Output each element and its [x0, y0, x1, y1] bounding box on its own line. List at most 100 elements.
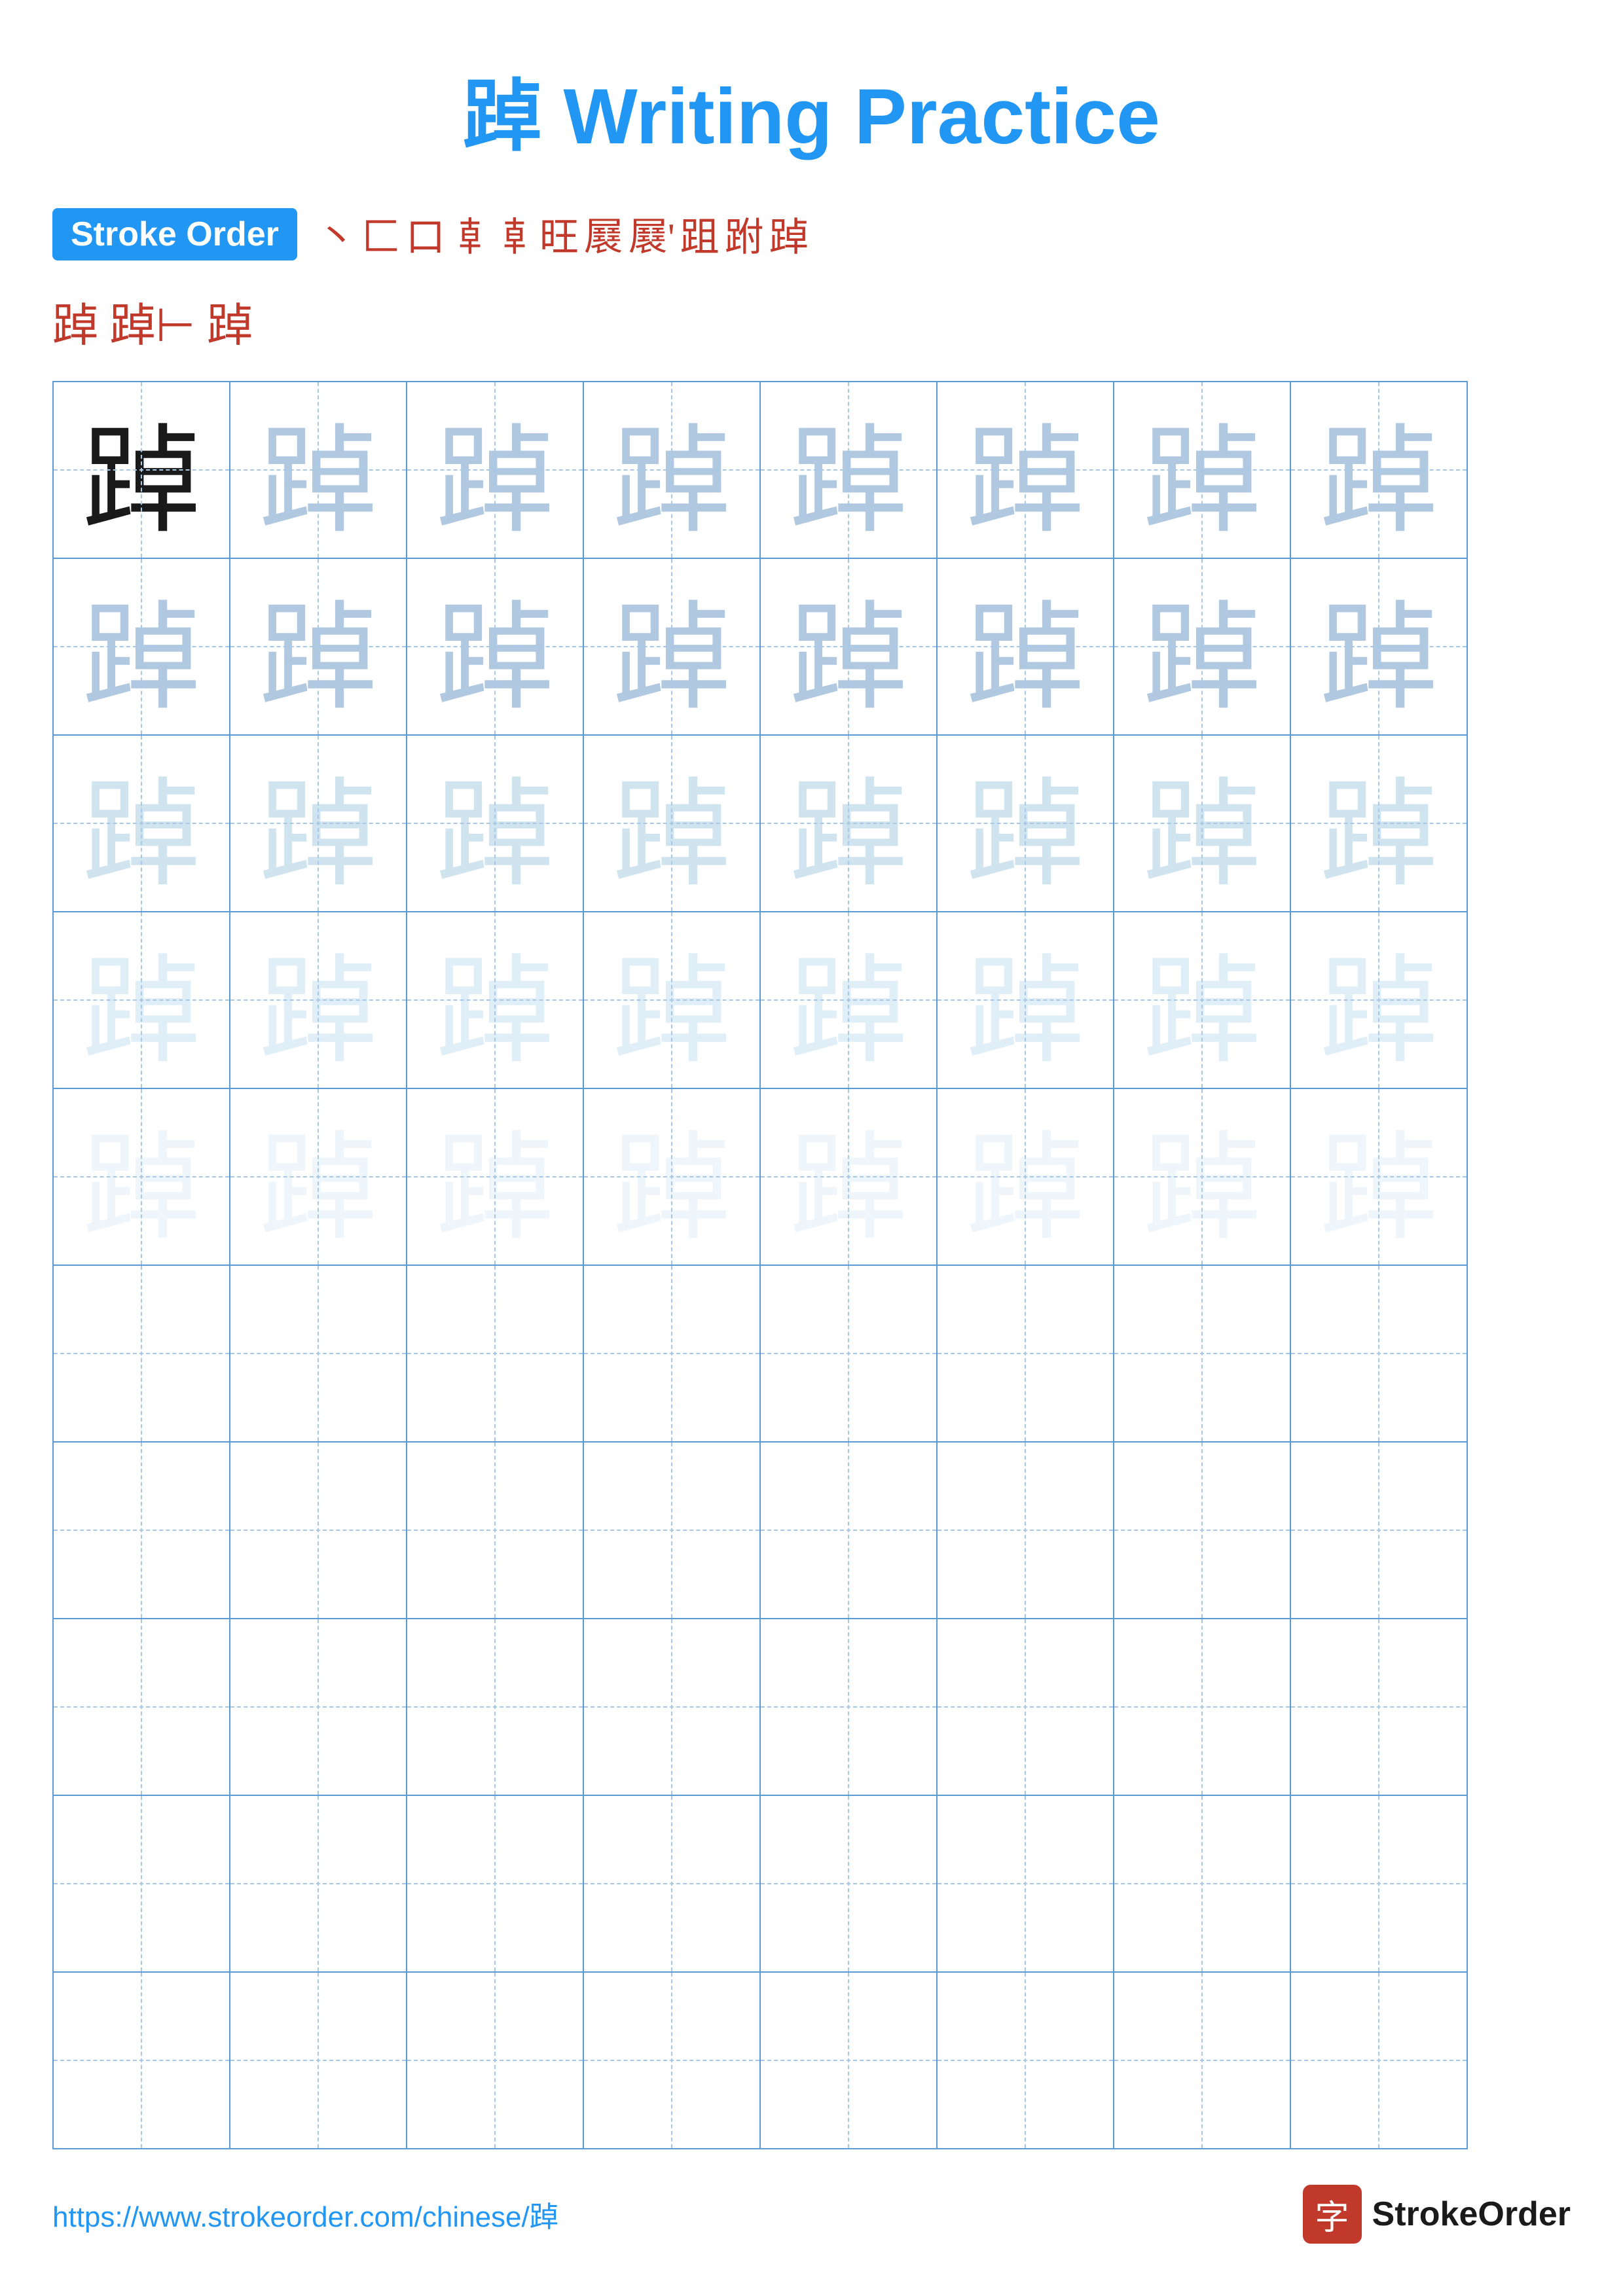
grid-cell	[407, 1619, 583, 1795]
grid-cell	[1290, 1265, 1467, 1442]
logo-icon: 字	[1303, 2185, 1362, 2244]
grid-cell: 踔	[1114, 382, 1290, 558]
page-title: 踔 Writing Practice	[0, 0, 1623, 206]
grid-cell	[1114, 1265, 1290, 1442]
stroke-char-6: 旺	[539, 206, 579, 262]
practice-char: 踔	[966, 417, 1084, 547]
stroke-char-8: 㞡'	[629, 206, 675, 262]
grid-cell	[53, 1795, 230, 1972]
practice-char: 踔	[1143, 947, 1261, 1077]
practice-char: 踔	[790, 1124, 907, 1254]
practice-char: 踔	[436, 1124, 554, 1254]
grid-cell: 踔	[1290, 912, 1467, 1088]
grid-cell	[937, 1265, 1114, 1442]
practice-char: 踔	[1143, 1124, 1261, 1254]
grid-cell	[937, 1795, 1114, 1972]
stroke-char-5: 𠦝	[495, 206, 534, 262]
grid-row-9	[53, 1795, 1467, 1972]
grid-cell: 踔	[583, 1088, 760, 1265]
practice-char: 踔	[259, 594, 377, 724]
grid-cell: 踔	[583, 912, 760, 1088]
practice-char: 踔	[1143, 770, 1261, 901]
grid-cell: 踔	[1290, 558, 1467, 735]
stroke-char-3: 口	[406, 206, 445, 262]
grid-cell	[407, 1972, 583, 2149]
grid-cell: 踔	[760, 735, 937, 912]
stroke-order-row2: 踔 踔⊢ 踔	[52, 289, 1571, 355]
grid-cell	[230, 1795, 407, 1972]
grid-cell: 踔	[937, 735, 1114, 912]
grid-cell	[1114, 1442, 1290, 1619]
grid-cell	[230, 1442, 407, 1619]
practice-char: 踔	[82, 594, 200, 724]
grid-cell: 踔	[53, 382, 230, 558]
grid-cell: 踔	[230, 912, 407, 1088]
grid-cell	[937, 1972, 1114, 2149]
stroke-char-1: ⼂	[317, 206, 356, 262]
grid-cell	[53, 1619, 230, 1795]
practice-char: 踔	[966, 1124, 1084, 1254]
practice-char: 踔	[1320, 947, 1438, 1077]
footer-logo: 字 StrokeOrder	[1303, 2185, 1571, 2244]
grid-cell: 踔	[1114, 912, 1290, 1088]
grid-row-5: 踔 踔 踔 踔 踔 踔 踔 踔	[53, 1088, 1467, 1265]
footer-url[interactable]: https://www.strokeorder.com/chinese/踔	[52, 2193, 558, 2235]
grid-cell: 踔	[937, 1088, 1114, 1265]
grid-cell	[760, 1795, 937, 1972]
grid-cell: 踔	[407, 912, 583, 1088]
grid-cell	[230, 1265, 407, 1442]
practice-char: 踔	[1320, 1124, 1438, 1254]
stroke-char-9: 跙	[680, 206, 720, 262]
grid-row-2: 踔 踔 踔 踔 踔 踔 踔 踔	[53, 558, 1467, 735]
grid-cell: 踔	[1290, 382, 1467, 558]
practice-char: 踔	[966, 594, 1084, 724]
grid-cell: 踔	[760, 382, 937, 558]
grid-cell	[407, 1265, 583, 1442]
grid-row-7	[53, 1442, 1467, 1619]
grid-cell	[583, 1795, 760, 1972]
grid-cell: 踔	[230, 382, 407, 558]
practice-char: 踔	[259, 947, 377, 1077]
grid-cell	[407, 1442, 583, 1619]
grid-cell: 踔	[583, 382, 760, 558]
writing-grid: 踔 踔 踔 踔 踔 踔 踔 踔 踔 踔 踔 踔 踔 踔 踔 踔 踔 踔 踔 踔 …	[52, 381, 1468, 2149]
grid-cell	[1114, 1619, 1290, 1795]
grid-row-3: 踔 踔 踔 踔 踔 踔 踔 踔	[53, 735, 1467, 912]
grid-cell: 踔	[53, 558, 230, 735]
grid-row-10	[53, 1972, 1467, 2149]
grid-cell: 踔	[583, 558, 760, 735]
grid-cell: 踔	[230, 735, 407, 912]
grid-cell	[583, 1442, 760, 1619]
grid-cell	[583, 1619, 760, 1795]
practice-char: 踔	[436, 947, 554, 1077]
practice-char: 踔	[436, 770, 554, 901]
practice-char: 踔	[966, 770, 1084, 901]
practice-char: 踔	[1320, 770, 1438, 901]
grid-row-1: 踔 踔 踔 踔 踔 踔 踔 踔	[53, 382, 1467, 558]
grid-cell	[1290, 1795, 1467, 1972]
practice-char: 踔	[790, 947, 907, 1077]
grid-cell: 踔	[583, 735, 760, 912]
grid-cell: 踔	[1114, 1088, 1290, 1265]
stroke-char-11: 踔	[769, 206, 809, 262]
grid-cell	[1114, 1972, 1290, 2149]
grid-row-6	[53, 1265, 1467, 1442]
grid-cell: 踔	[937, 912, 1114, 1088]
practice-char: 踔	[613, 1124, 731, 1254]
grid-cell: 踔	[1114, 558, 1290, 735]
grid-cell	[760, 1972, 937, 2149]
stroke-char-10: 跗	[725, 206, 764, 262]
grid-cell	[53, 1972, 230, 2149]
grid-cell: 踔	[407, 1088, 583, 1265]
grid-row-8	[53, 1619, 1467, 1795]
practice-char: 踔	[966, 947, 1084, 1077]
practice-char: 踔	[436, 594, 554, 724]
grid-cell: 踔	[407, 735, 583, 912]
stroke-char-4: 𠦝	[450, 206, 490, 262]
practice-char: 踔	[436, 417, 554, 547]
grid-cell: 踔	[407, 382, 583, 558]
grid-cell: 踔	[53, 912, 230, 1088]
grid-cell	[1290, 1972, 1467, 2149]
practice-char: 踔	[1143, 594, 1261, 724]
practice-char: 踔	[613, 947, 731, 1077]
